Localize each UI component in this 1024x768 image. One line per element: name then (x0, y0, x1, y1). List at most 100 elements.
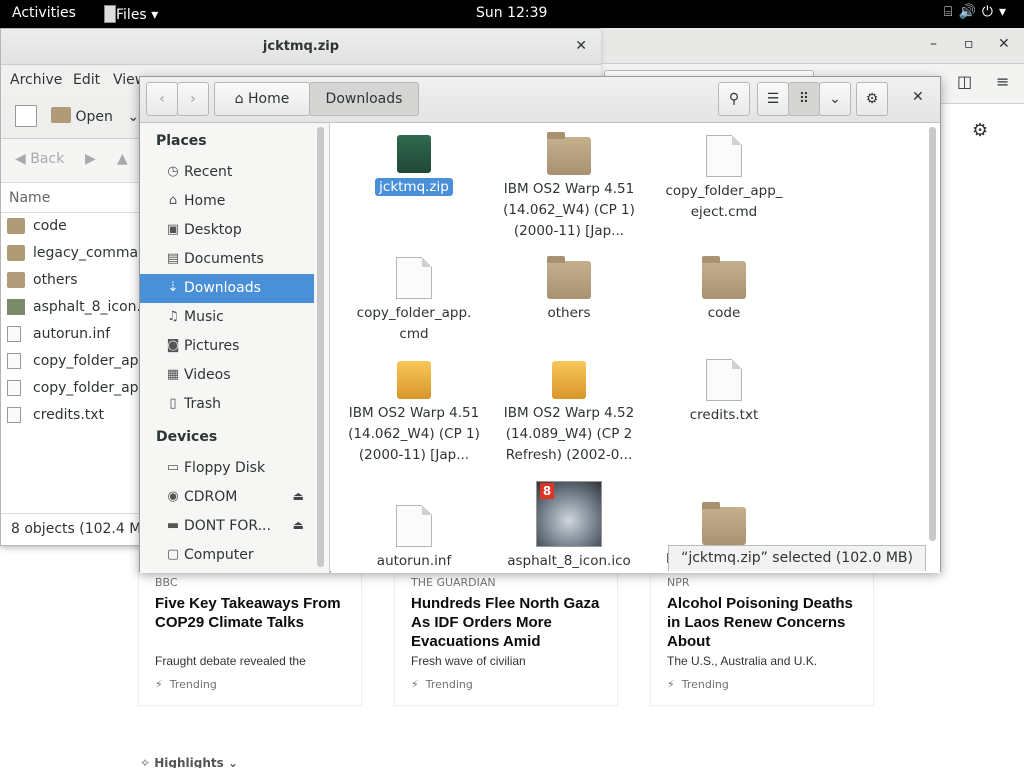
eject-icon[interactable]: ⏏ (293, 489, 304, 503)
forward-icon[interactable]: ▶ (85, 151, 96, 167)
sidebar-item-floppy[interactable]: ▭ Floppy Disk (140, 454, 314, 483)
home-icon: ⌂ (234, 91, 244, 107)
up-icon[interactable]: ▲ (117, 151, 128, 167)
card-trending: ⚡ Trending (155, 678, 217, 691)
file-item-label: autorun.inf (376, 553, 452, 569)
sidebar-item-recent[interactable]: ◷ Recent (140, 158, 314, 187)
forward-button[interactable]: › (177, 82, 209, 116)
hamburger-menu-icon[interactable]: ≡ (996, 72, 1009, 91)
app-menu[interactable]: Files ▾ (104, 5, 158, 23)
settings-button[interactable]: ⚙ (856, 82, 888, 116)
power-icon: ⏻ (981, 4, 999, 20)
file-item[interactable]: IBM OS2 Warp 4.52 (14.089_W4) (CP 2 Refr… (499, 361, 639, 466)
sidebar-item-label: Floppy Disk (184, 460, 266, 476)
eject-icon[interactable]: ⏏ (293, 518, 304, 532)
sidebar-icon[interactable]: ◫ (957, 72, 972, 91)
news-card[interactable]: THE GUARDIAN Hundreds Flee North Gaza As… (394, 570, 618, 706)
open-button[interactable]: Open ⌄ (51, 107, 139, 125)
card-source: THE GUARDIAN (411, 576, 496, 589)
chevron-down-icon: ⌄ (127, 109, 140, 125)
file-item[interactable]: code (654, 256, 794, 324)
trending-label: Trending (169, 678, 217, 691)
places-heading: Places (156, 133, 207, 149)
sidebar-item-trash[interactable]: ▯ Trash (140, 390, 314, 419)
file-item[interactable]: IBM OS2 Warp 4.51 (14.062_W4) (CP 1) (20… (344, 361, 484, 466)
file-item-label: asphalt_8_icon.ico (507, 553, 631, 569)
trending-label: Trending (425, 678, 473, 691)
grid-view-button[interactable]: ⠿ (788, 82, 820, 116)
files-app-icon (104, 5, 116, 23)
sidebar-item-label: Recent (184, 164, 233, 180)
close-icon[interactable]: ✕ (998, 36, 1010, 52)
sidebar-item-label: Videos (184, 367, 231, 383)
file-item[interactable]: IBM OS2 Warp 4.51 (14.062_W4) (CP 1) (20… (499, 132, 639, 242)
card-title[interactable]: Five Key Takeaways From COP29 Climate Ta… (155, 594, 355, 632)
path-home-button[interactable]: ⌂ Home (214, 82, 310, 116)
floppy-icon: ▭ (166, 460, 180, 475)
card-trending: ⚡ Trending (667, 678, 729, 691)
file-item-label: code (707, 305, 741, 321)
close-icon[interactable]: ✕ (575, 38, 587, 54)
sidebar-scrollbar[interactable] (317, 127, 324, 567)
file-item-label: others (547, 305, 591, 321)
sidebar-item-computer[interactable]: ▢ Computer (140, 541, 314, 570)
devices-heading: Devices (156, 429, 218, 445)
back-arrow-icon: ◀ (15, 151, 26, 167)
sidebar-item-music[interactable]: ♫ Music (140, 303, 314, 332)
content-scrollbar[interactable] (929, 127, 936, 541)
chevron-down-icon: ▾ (151, 7, 159, 23)
back-button[interactable]: ◀ Back (15, 151, 64, 167)
sidebar-item-pictures[interactable]: ◙ Pictures (140, 332, 314, 361)
document-icon (396, 257, 432, 299)
image-icon (7, 299, 25, 315)
file-item[interactable]: autorun.inf (344, 505, 484, 572)
sidebar-item-drive[interactable]: ▬ DONT FOR... ⏏ (140, 512, 314, 541)
computer-icon: ▢ (166, 547, 180, 562)
menu-edit[interactable]: Edit (73, 72, 100, 88)
sidebar-item-downloads[interactable]: ⇣ Downloads (140, 274, 314, 303)
file-item-label: copy_folder_app_ eject.cmd (665, 183, 783, 220)
close-icon[interactable]: ✕ (912, 89, 924, 105)
settings-gear-icon[interactable]: ⚙ (972, 120, 988, 141)
system-tray[interactable]: ⌸🔊⏻▾ (944, 4, 1012, 20)
search-button[interactable]: ⚲ (718, 82, 750, 116)
activities-button[interactable]: Activities (12, 5, 76, 21)
maximize-icon[interactable]: ▫ (964, 36, 974, 52)
file-item[interactable]: copy_folder_app_ eject.cmd (654, 135, 794, 223)
list-item-label: autorun.inf (33, 326, 111, 342)
sidebar-item-documents[interactable]: ▤ Documents (140, 245, 314, 274)
path-downloads-button[interactable]: Downloads (309, 82, 419, 116)
trending-label: Trending (681, 678, 729, 691)
chevron-down-icon: ⌄ (829, 91, 841, 107)
minimize-icon[interactable]: – (930, 36, 937, 52)
news-card[interactable]: NPR Alcohol Poisoning Deaths in Laos Ren… (650, 570, 874, 706)
menu-archive[interactable]: Archive (10, 72, 62, 88)
file-item[interactable]: others (499, 256, 639, 324)
sidebar-item-cdrom[interactable]: ◉ CDROM ⏏ (140, 483, 314, 512)
file-item[interactable]: credits.txt (654, 359, 794, 426)
clock[interactable]: Sun 12:39 (476, 5, 547, 21)
folder-icon (51, 107, 71, 123)
file-item-label: IBM OS2 Warp 4.52 (14.089_W4) (CP 2 Refr… (503, 405, 635, 463)
highlights-heading[interactable]: ✧ Highlights ⌄ (140, 756, 238, 768)
view-options-button[interactable]: ⌄ (819, 82, 851, 116)
back-button[interactable]: ‹ (146, 82, 178, 116)
chevron-down-icon: ▾ (998, 4, 1012, 20)
file-item[interactable]: jcktmq.zip (344, 135, 484, 198)
new-archive-icon[interactable] (15, 105, 37, 127)
column-name: Name (9, 190, 51, 206)
folder-icon (702, 502, 746, 545)
list-item-label: code (33, 218, 67, 234)
news-card[interactable]: BBC Five Key Takeaways From COP29 Climat… (138, 570, 362, 706)
file-item[interactable]: asphalt_8_icon.ico (499, 481, 639, 572)
sidebar-item-videos[interactable]: ▦ Videos (140, 361, 314, 390)
sidebar-item-label: CDROM (184, 489, 238, 505)
sidebar-item-home[interactable]: ⌂ Home (140, 187, 314, 216)
file-item-label: IBM OS2 Warp 4.51 (14.062_W4) (CP 1) (20… (348, 405, 480, 463)
sidebar-item-desktop[interactable]: ▣ Desktop (140, 216, 314, 245)
card-title[interactable]: Hundreds Flee North Gaza As IDF Orders M… (411, 594, 611, 651)
file-item[interactable]: copy_folder_app. cmd (344, 257, 484, 345)
list-view-button[interactable]: ☰ (757, 82, 789, 116)
card-title[interactable]: Alcohol Poisoning Deaths in Laos Renew C… (667, 594, 867, 651)
card-source: BBC (155, 576, 178, 589)
